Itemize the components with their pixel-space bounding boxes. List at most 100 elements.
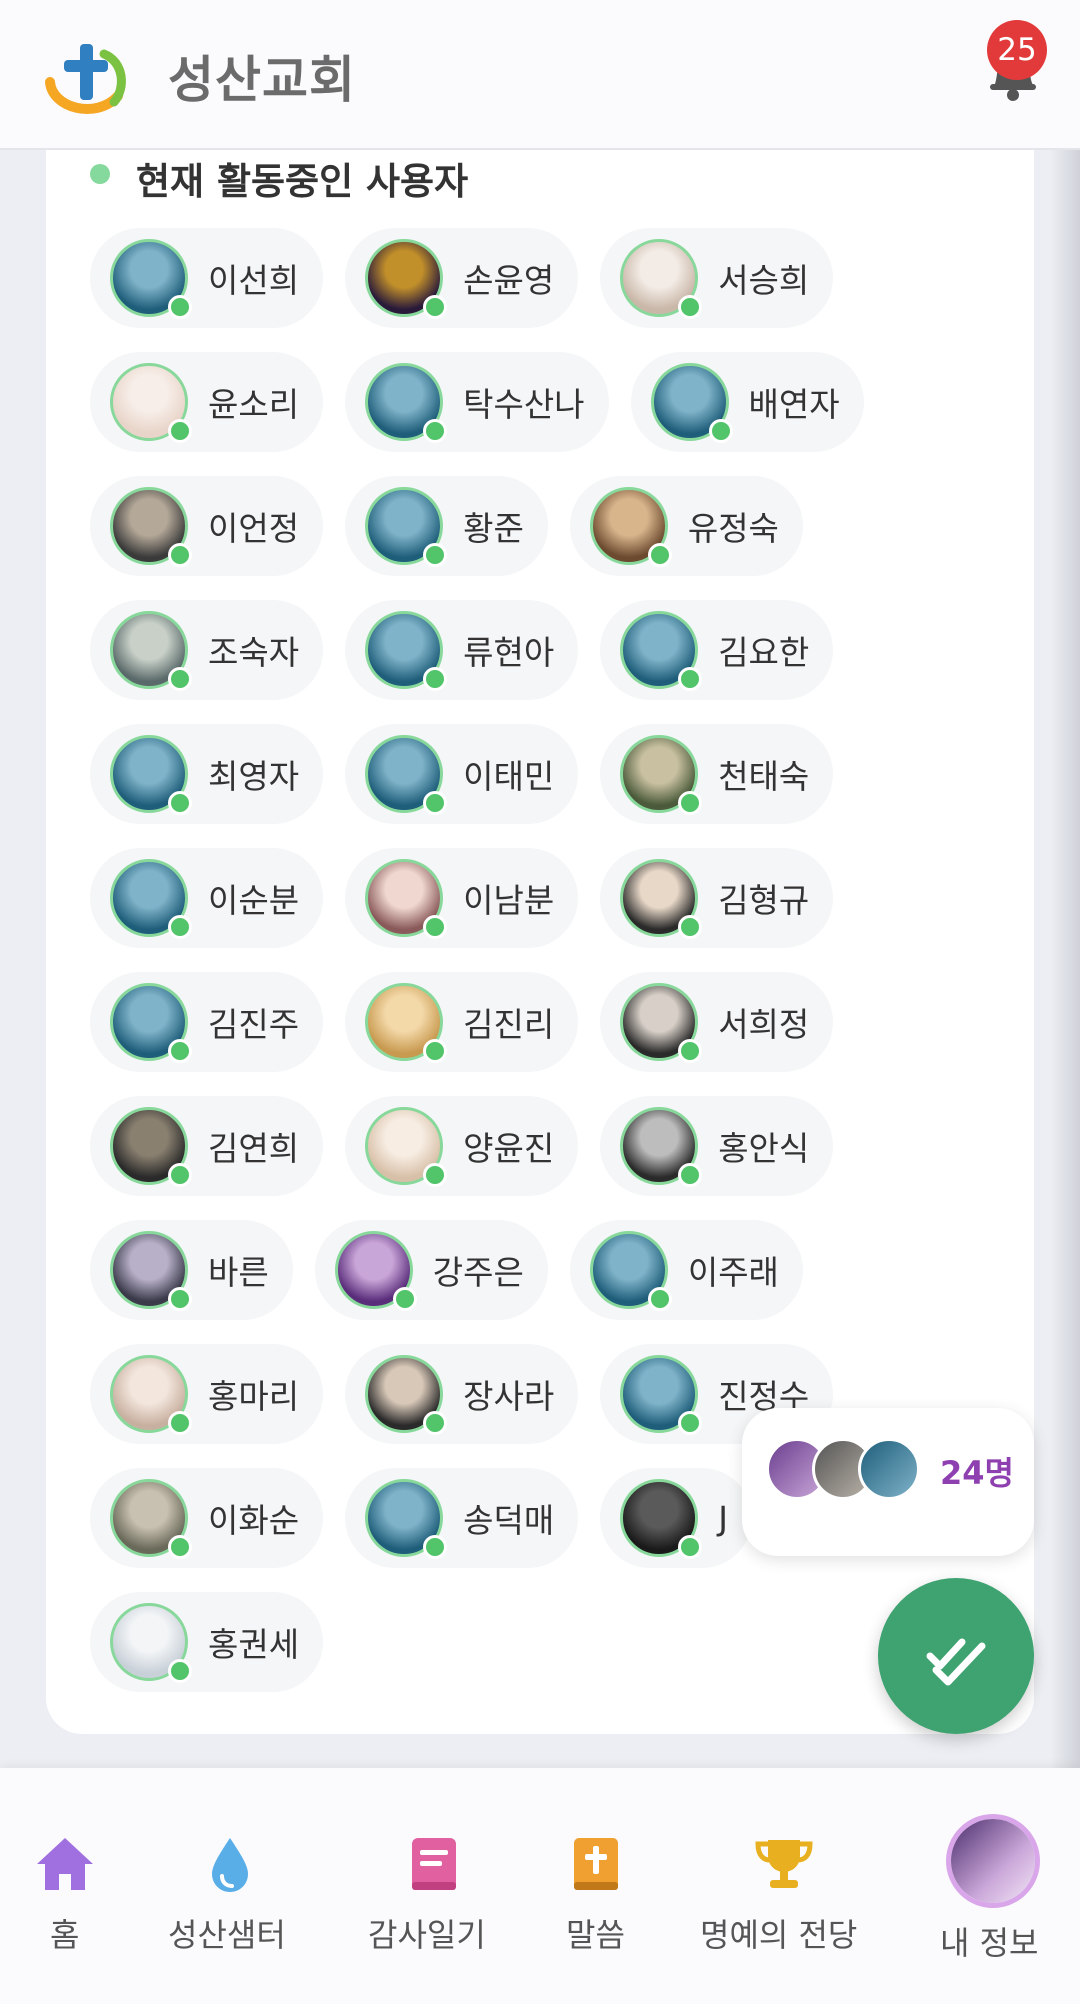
- user-name: 황준: [463, 509, 524, 548]
- nav-item-scripture[interactable]: 말씀: [560, 1768, 630, 2004]
- user-chip[interactable]: 탁수산나: [345, 352, 609, 452]
- online-status-dot: [423, 791, 448, 815]
- nav-label: 감사일기: [368, 1916, 486, 1954]
- user-row: 이순분 이남분 김형규: [90, 848, 970, 948]
- user-chip[interactable]: 류현아: [345, 600, 579, 700]
- online-status-dot: [168, 1535, 192, 1559]
- online-status-dot: [678, 1163, 703, 1187]
- user-chip[interactable]: 유정숙: [569, 476, 803, 576]
- user-chip[interactable]: 천태숙: [600, 724, 834, 824]
- user-chip[interactable]: 홍안식: [600, 1096, 834, 1196]
- user-chip[interactable]: 바른: [90, 1220, 293, 1320]
- user-name: 최영자: [208, 757, 300, 796]
- online-indicator-dot: [90, 164, 110, 184]
- avatar-wrapper: [110, 1603, 192, 1683]
- user-row: 이언정 황준 유정숙: [90, 476, 970, 576]
- avatar-wrapper: [110, 1355, 192, 1435]
- user-name: 이언정: [208, 509, 300, 548]
- online-status-dot: [168, 1287, 192, 1311]
- user-chip[interactable]: 강주은: [314, 1220, 548, 1320]
- online-status-dot: [678, 295, 703, 319]
- avatar-wrapper: [110, 983, 192, 1063]
- nav-item-fountain[interactable]: 성산샘터: [160, 1768, 300, 2004]
- user-name: 김형규: [718, 881, 810, 920]
- user-chip[interactable]: J: [600, 1468, 752, 1568]
- user-chip[interactable]: 서희정: [600, 972, 834, 1072]
- user-chip[interactable]: 조숙자: [90, 600, 324, 700]
- avatar-wrapper: [365, 363, 448, 443]
- user-name: 김진주: [208, 1005, 300, 1044]
- user-chip[interactable]: 장사라: [345, 1344, 579, 1444]
- section-title: 현재 활동중인 사용자: [136, 160, 469, 203]
- user-name: 이화순: [208, 1501, 300, 1540]
- avatar-wrapper: [365, 487, 448, 567]
- avatar-wrapper: [110, 1479, 192, 1559]
- nav-label: 명예의 전당: [700, 1916, 858, 1954]
- user-name: 김연희: [208, 1129, 300, 1168]
- church-logo-icon[interactable]: [44, 38, 136, 118]
- avatar-wrapper: [334, 1231, 417, 1311]
- avatar-wrapper: [365, 983, 448, 1063]
- app-title: 성산교회: [168, 51, 356, 109]
- scroll-shadow: [1050, 150, 1080, 1770]
- nav-item-hall-of-fame[interactable]: 명예의 전당: [700, 1768, 870, 2004]
- user-chip[interactable]: 홍마리: [90, 1344, 324, 1444]
- user-chip[interactable]: 송덕매: [345, 1468, 579, 1568]
- user-chip[interactable]: 김형규: [600, 848, 834, 948]
- user-name: 이태민: [463, 757, 555, 796]
- my-profile-avatar[interactable]: [946, 1814, 1040, 1908]
- user-name: 천태숙: [718, 757, 810, 796]
- nav-label[interactable]: 내 정보: [940, 1918, 1039, 1964]
- double-check-icon: [926, 1638, 986, 1686]
- avatar-wrapper: [110, 859, 192, 939]
- user-chip[interactable]: 서승희: [600, 228, 834, 328]
- user-chip[interactable]: 손윤영: [345, 228, 579, 328]
- user-chip[interactable]: 이화순: [90, 1468, 324, 1568]
- user-chip[interactable]: 최영자: [90, 724, 324, 824]
- online-status-dot: [423, 1163, 448, 1187]
- user-chip[interactable]: 김진리: [345, 972, 579, 1072]
- user-row: 윤소리 탁수산나 배연자: [90, 352, 970, 452]
- user-chip[interactable]: 이주래: [569, 1220, 803, 1320]
- avatar-wrapper: [589, 1231, 672, 1311]
- check-fab-button[interactable]: [878, 1578, 1034, 1734]
- user-row: 이선희 손윤영 서승희: [90, 228, 970, 328]
- online-status-dot: [423, 295, 448, 319]
- avatar-wrapper: [110, 735, 192, 815]
- avatar-wrapper: [650, 363, 733, 443]
- user-row: 홍권세: [90, 1592, 970, 1692]
- user-name: J: [718, 1498, 728, 1538]
- user-row: 김연희 양윤진 홍안식: [90, 1096, 970, 1196]
- user-chip[interactable]: 배연자: [630, 352, 864, 452]
- user-chip[interactable]: 이남분: [345, 848, 579, 948]
- online-count: 24명: [940, 1454, 1014, 1492]
- avatar-wrapper: [620, 735, 703, 815]
- user-name: 김진리: [463, 1005, 555, 1044]
- online-status-dot: [423, 1535, 448, 1559]
- user-chip[interactable]: 황준: [345, 476, 548, 576]
- water-drop-icon: [212, 1838, 248, 1892]
- user-chip[interactable]: 홍권세: [90, 1592, 324, 1692]
- book-icon: [412, 1838, 456, 1890]
- online-status-dot: [647, 543, 672, 567]
- avatar-wrapper: [620, 239, 703, 319]
- user-chip[interactable]: 이언정: [90, 476, 324, 576]
- user-chip[interactable]: 이순분: [90, 848, 324, 948]
- nav-item-gratitude-diary[interactable]: 감사일기: [360, 1768, 500, 2004]
- online-count-pill[interactable]: 24명: [742, 1408, 1034, 1556]
- online-status-dot: [168, 1163, 192, 1187]
- avatar-wrapper: [620, 611, 703, 691]
- user-chip[interactable]: 김요한: [600, 600, 834, 700]
- user-chip[interactable]: 김진주: [90, 972, 324, 1072]
- user-name: 조숙자: [208, 633, 300, 672]
- user-name: 서승희: [718, 261, 810, 300]
- online-status-dot: [678, 1411, 703, 1435]
- user-name: 류현아: [463, 633, 555, 672]
- nav-item-home[interactable]: 홈: [0, 1768, 130, 2004]
- user-chip[interactable]: 윤소리: [90, 352, 324, 452]
- user-chip[interactable]: 양윤진: [345, 1096, 579, 1196]
- online-status-dot: [168, 1411, 192, 1435]
- user-chip[interactable]: 이선희: [90, 228, 324, 328]
- user-chip[interactable]: 김연희: [90, 1096, 324, 1196]
- user-chip[interactable]: 이태민: [345, 724, 579, 824]
